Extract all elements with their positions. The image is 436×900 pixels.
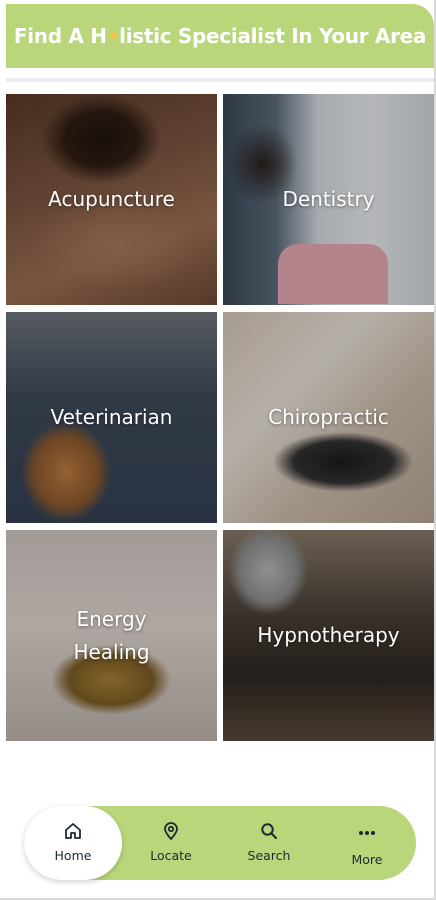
category-tile-dentistry[interactable]: Dentistry xyxy=(223,94,434,305)
category-tile-hypnotherapy[interactable]: Hypnotherapy xyxy=(223,530,434,741)
search-icon xyxy=(258,820,280,842)
home-icon xyxy=(62,820,84,842)
nav-home-label: Home xyxy=(54,848,92,863)
category-tile-energy-healing[interactable]: Energy Healing xyxy=(6,530,217,741)
category-tile-veterinarian[interactable]: Veterinarian xyxy=(6,312,217,523)
bottom-nav: Home Locate Search More xyxy=(24,806,416,880)
category-label: Veterinarian xyxy=(50,405,173,429)
page-title: Find A H•listic Specialist In Your Area xyxy=(13,24,427,48)
location-pin-icon xyxy=(160,820,182,842)
nav-home[interactable]: Home xyxy=(24,820,122,870)
category-label: Acupuncture xyxy=(48,187,175,211)
category-tile-acupuncture[interactable]: Acupuncture xyxy=(6,94,217,305)
category-grid: Acupuncture Dentistry Veterinarian Chiro… xyxy=(6,94,436,742)
nav-locate[interactable]: Locate xyxy=(122,820,220,870)
nav-more-label: More xyxy=(351,852,383,867)
category-label: Energy Healing xyxy=(73,606,150,664)
category-tile-chiropractic[interactable]: Chiropractic xyxy=(223,312,434,523)
nav-search[interactable]: Search xyxy=(220,820,318,870)
more-dots-icon xyxy=(356,822,378,844)
header-divider xyxy=(6,78,434,82)
category-label: Dentistry xyxy=(282,187,375,211)
nav-more[interactable]: More xyxy=(318,820,416,870)
logo-dot: • xyxy=(106,24,120,48)
header-bar: Find A H•listic Specialist In Your Area xyxy=(6,4,434,68)
category-label: Chiropractic xyxy=(268,405,389,429)
app-screen: Find A H•listic Specialist In Your Area … xyxy=(0,0,436,900)
nav-search-label: Search xyxy=(247,848,291,863)
nav-locate-label: Locate xyxy=(150,848,192,863)
category-label: Hypnotherapy xyxy=(257,623,400,647)
